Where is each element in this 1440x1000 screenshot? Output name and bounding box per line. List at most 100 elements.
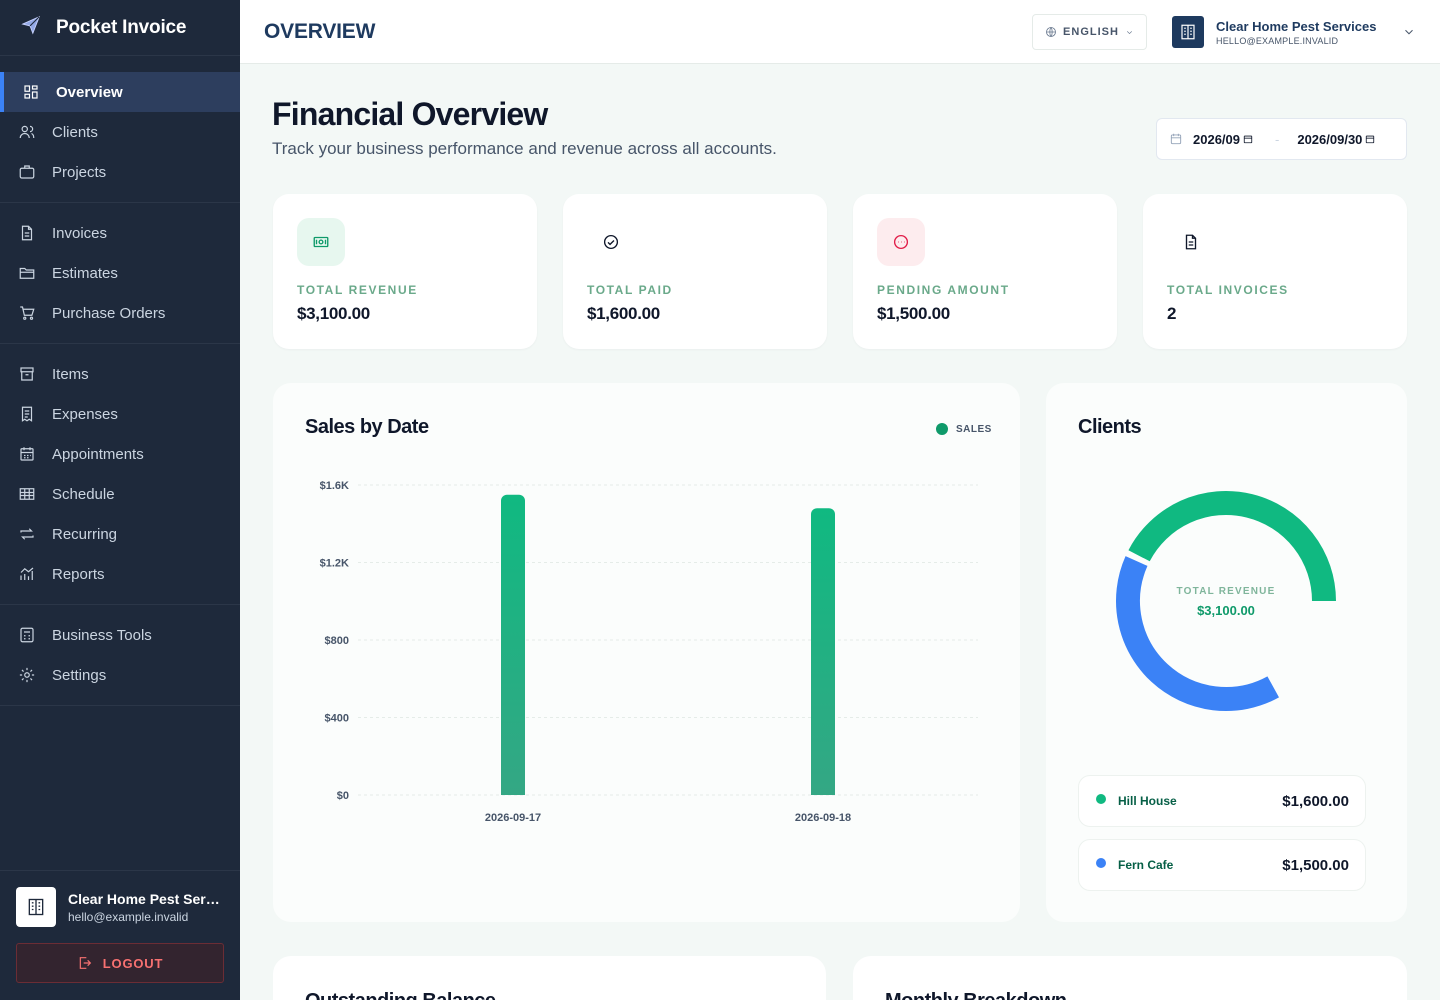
sidebar-item-label: Appointments: [52, 445, 144, 463]
sidebar-item-label: Expenses: [52, 405, 118, 423]
bar[interactable]: [811, 508, 835, 795]
sidebar-item-schedule[interactable]: Schedule: [0, 474, 240, 514]
sidebar-item-appointments[interactable]: Appointments: [0, 434, 240, 474]
stat-label: PENDING AMOUNT: [877, 283, 1010, 297]
sales-bar-chart: $0 $400 $800 $1.2K $1.6K 2026-09-17 2026-09-18: [320, 480, 978, 824]
globe-icon: [1046, 27, 1056, 37]
client-name: Fern Cafe: [1118, 858, 1174, 872]
sidebar-item-reports[interactable]: Reports: [0, 554, 240, 594]
bar-base: [811, 789, 835, 795]
logout-button[interactable]: LOGOUT: [16, 943, 224, 983]
monthly-breakdown-title: Monthly Breakdown: [885, 990, 1067, 1000]
gear-icon: [18, 666, 36, 684]
page-title: OVERVIEW: [264, 20, 376, 43]
document-icon: [1167, 218, 1215, 266]
sidebar-item-items[interactable]: Items: [0, 354, 240, 394]
sidebar-item-projects[interactable]: Projects: [0, 152, 240, 192]
sidebar-item-recurring[interactable]: Recurring: [0, 514, 240, 554]
chart-icon: [18, 565, 36, 583]
paper-plane-icon: [20, 14, 42, 41]
account-menu[interactable]: Clear Home Pest Services HELLO@EXAMPLE.I…: [1172, 16, 1416, 48]
briefcase-icon: [18, 163, 36, 181]
stat-value: $3,100.00: [297, 304, 370, 323]
calendar-icon: [1243, 135, 1253, 144]
stat-card-total-paid: TOTAL PAID $1,600.00: [563, 194, 827, 349]
sidebar-item-settings[interactable]: Settings: [0, 655, 240, 695]
client-row[interactable]: Fern Cafe $1,500.00: [1078, 839, 1366, 891]
sidebar-item-label: Business Tools: [52, 626, 152, 644]
sidebar-footer: Clear Home Pest Services hello@example.i…: [0, 870, 240, 1000]
client-amount: $1,500.00: [1282, 857, 1349, 874]
calculator-icon: [18, 626, 36, 644]
sidebar-item-label: Schedule: [52, 485, 115, 503]
sidebar-item-label: Recurring: [52, 525, 118, 543]
repeat-icon: [18, 525, 36, 543]
bar[interactable]: [501, 494, 525, 795]
receipt-icon: [18, 405, 36, 423]
client-name: Hill House: [1118, 794, 1177, 808]
chevron-down-icon: [1126, 30, 1132, 34]
sidebar-item-label: Clients: [52, 123, 98, 141]
sidebar-item-label: Items: [52, 365, 89, 383]
calendar-icon: [1170, 133, 1182, 145]
sidebar-item-clients[interactable]: Clients: [0, 112, 240, 152]
page-subheading: Track your business performance and reve…: [272, 139, 777, 158]
donut-slice[interactable]: [1116, 556, 1279, 711]
x-tick-label: 2026-09-17: [485, 812, 541, 824]
sidebar-item-label: Settings: [52, 666, 107, 684]
nav-group: Items Expenses Appointments Schedule Recurri…: [0, 344, 240, 605]
account-email: HELLO@EXAMPLE.INVALID: [1216, 35, 1339, 46]
calendar-icon: [18, 445, 36, 463]
stat-label: TOTAL INVOICES: [1167, 283, 1289, 297]
check-circle-icon: [587, 218, 635, 266]
file-icon: [18, 224, 36, 242]
users-icon: [18, 123, 36, 141]
sidebar-item-label: Invoices: [52, 224, 108, 242]
date-from-input[interactable]: 2026/09: [1193, 132, 1253, 147]
sidebar-item-estimates[interactable]: Estimates: [0, 253, 240, 293]
dots-circle-icon: [877, 218, 925, 266]
cart-icon: [18, 304, 36, 322]
legend-label: SALES: [956, 423, 992, 435]
building-icon: [1172, 16, 1204, 48]
archive-icon: [18, 365, 36, 383]
sidebar-item-overview[interactable]: Overview: [0, 72, 240, 112]
sidebar-item-purchase-orders[interactable]: Purchase Orders: [0, 293, 240, 333]
client-amount: $1,600.00: [1282, 793, 1349, 810]
account-name: Clear Home Pest Services: [1216, 18, 1377, 34]
stat-label: TOTAL PAID: [587, 283, 673, 297]
sales-chart-title: Sales by Date: [305, 416, 429, 438]
sidebar-user[interactable]: Clear Home Pest Services hello@example.i…: [16, 887, 224, 927]
y-tick-label: $1.6K: [320, 480, 349, 492]
logout-label: LOGOUT: [102, 955, 164, 971]
calendar-icon: [1366, 135, 1375, 144]
sidebar-user-email: hello@example.invalid: [68, 909, 189, 924]
sidebar-item-invoices[interactable]: Invoices: [0, 213, 240, 253]
date-to-value: 2026/09/30: [1297, 131, 1363, 147]
stat-card-total-invoices: TOTAL INVOICES 2: [1143, 194, 1407, 349]
language-select[interactable]: ENGLISH: [1032, 14, 1147, 50]
client-color-dot: [1096, 794, 1106, 804]
nav-group: Business Tools Settings: [0, 605, 240, 706]
x-tick-label: 2026-09-18: [795, 812, 851, 824]
chart-legend: SALES: [936, 423, 992, 435]
date-range-picker[interactable]: 2026/09 - 2026/09/30: [1156, 118, 1407, 160]
sidebar-item-label: Estimates: [52, 264, 118, 282]
brand[interactable]: Pocket Invoice: [0, 0, 240, 56]
y-tick-label: $0: [337, 790, 349, 802]
date-to-input[interactable]: 2026/09/30: [1297, 132, 1375, 147]
client-color-dot: [1096, 858, 1106, 868]
chevron-down-icon: [1405, 29, 1414, 35]
sidebar-item-business-tools[interactable]: Business Tools: [0, 615, 240, 655]
money-icon: [297, 218, 345, 266]
nav-group: Overview Clients Projects: [0, 56, 240, 203]
outstanding-balance-title: Outstanding Balance: [305, 990, 496, 1000]
sidebar-item-expenses[interactable]: Expenses: [0, 394, 240, 434]
client-row[interactable]: Hill House $1,600.00: [1078, 775, 1366, 827]
app-name: Pocket Invoice: [56, 16, 187, 38]
sidebar-item-label: Reports: [52, 565, 105, 583]
building-icon: [16, 887, 56, 927]
clients-card-title: Clients: [1078, 416, 1142, 438]
grid-icon: [22, 83, 40, 101]
date-from-value: 2026/09: [1193, 131, 1240, 147]
